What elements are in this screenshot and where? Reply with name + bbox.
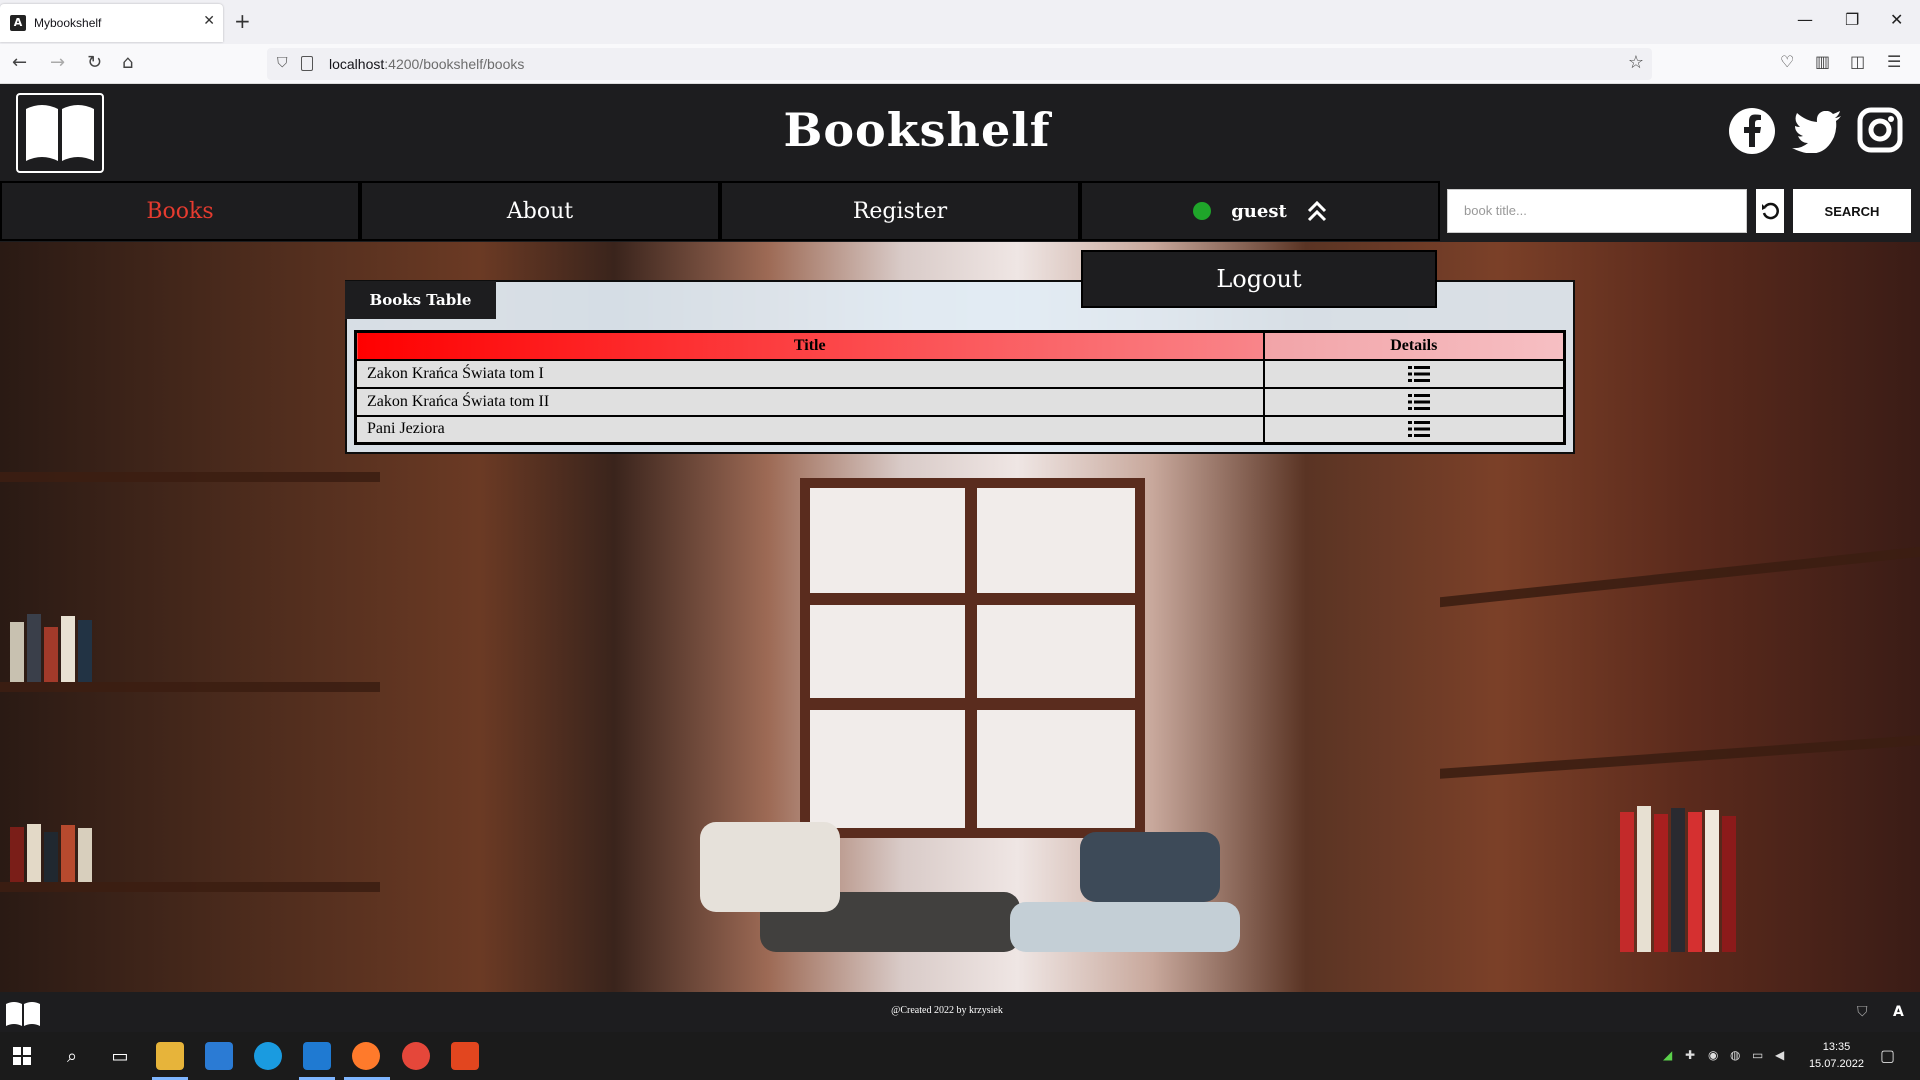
book-title-cell: Zakon Krańca Świata tom I	[354, 358, 1265, 389]
url-host: localhost	[329, 56, 385, 72]
nvidia-tray-icon[interactable]: ◢	[1663, 1048, 1672, 1062]
table-row: Zakon Krańca Świata tom I	[354, 358, 1566, 389]
clock-time: 13:35	[1822, 1041, 1851, 1053]
book-title-cell: Pani Jeziora	[354, 414, 1265, 445]
url-text[interactable]: localhost:4200/bookshelf/books	[329, 56, 524, 72]
instagram-icon[interactable]	[1857, 107, 1903, 157]
details-cell	[1262, 386, 1566, 417]
pocket-icon[interactable]: ♡	[1780, 52, 1794, 71]
menu-item-books[interactable]: Books	[0, 181, 360, 241]
browser-navbar: ← → ↻ ⌂ ⛉ localhost:4200/bookshelf/books…	[0, 44, 1920, 84]
user-status-icon	[1193, 202, 1212, 220]
restore-icon[interactable]: ❐	[1845, 10, 1859, 29]
menu-register-label: Register	[852, 198, 948, 224]
browser-tabstrip: A Mybookshelf ✕ + — ❐ ✕	[0, 0, 1920, 44]
details-cell	[1262, 414, 1566, 445]
search-button[interactable]: SEARCH	[1793, 189, 1911, 233]
notifications-icon[interactable]: ▢	[1880, 1046, 1895, 1065]
details-list-icon[interactable]	[1407, 365, 1430, 383]
footer-credit: @Created 2022 by krzysiek	[891, 1005, 1003, 1016]
chrome-icon[interactable]	[402, 1042, 430, 1070]
windows-taskbar: ⌕ ▭ ◢ ✚ ◉ ◍ ▭ ◀ 13:35 15.07.2022 ▢	[0, 1032, 1920, 1080]
reset-button[interactable]	[1756, 189, 1784, 233]
tray-icon-1[interactable]: ✚	[1685, 1048, 1695, 1062]
book-title-cell: Zakon Krańca Świata tom II	[354, 386, 1265, 417]
search-icon[interactable]: ⌕	[58, 1042, 86, 1070]
table-row: Zakon Krańca Świata tom II	[354, 386, 1566, 417]
firefox-icon[interactable]	[352, 1042, 380, 1070]
back-icon[interactable]: ←	[12, 52, 27, 73]
column-header-details: Details	[1262, 330, 1566, 361]
details-list-icon[interactable]	[1407, 393, 1430, 411]
site-footer: @Created 2022 by krzysiek ⛉ A	[0, 992, 1920, 1032]
bookmark-star-icon[interactable]: ☆	[1628, 52, 1644, 73]
library-icon[interactable]: ▥	[1815, 52, 1830, 71]
menu-item-register[interactable]: Register	[720, 181, 1080, 241]
menu-about-label: About	[506, 198, 574, 224]
tray-icon-3[interactable]: ◍	[1730, 1048, 1740, 1062]
office-icon[interactable]	[451, 1042, 479, 1070]
forward-icon[interactable]: →	[50, 52, 65, 73]
menu-item-user[interactable]: guest	[1080, 181, 1440, 241]
twitter-icon[interactable]	[1792, 110, 1842, 157]
user-name: guest	[1231, 200, 1287, 222]
details-list-icon[interactable]	[1407, 420, 1430, 438]
site-title: Bookshelf	[783, 103, 1051, 157]
close-window-icon[interactable]: ✕	[1890, 10, 1903, 29]
main-menu: Books About Register guest	[0, 181, 1440, 241]
app: Bookshelf Books About Register guest boo…	[0, 85, 1920, 992]
sidebar-icon[interactable]: ◫	[1850, 52, 1865, 71]
edge-icon[interactable]	[254, 1042, 282, 1070]
table-row: Pani Jeziora	[354, 414, 1566, 445]
tray-icon-2[interactable]: ◉	[1708, 1048, 1718, 1062]
clock-date: 15.07.2022	[1808, 1058, 1864, 1070]
windows-start-icon[interactable]	[8, 1042, 36, 1070]
books-table: Title Details Zakon Krańca Świata tom I …	[354, 330, 1566, 445]
site-header: Bookshelf	[0, 85, 1920, 180]
angular-icon: A	[1893, 1004, 1904, 1020]
window-scene	[800, 478, 1145, 838]
browser-tab[interactable]: A Mybookshelf ✕	[0, 4, 223, 42]
reload-icon[interactable]: ↻	[87, 52, 102, 73]
url-bar[interactable]: ⛉ localhost:4200/bookshelf/books ☆	[267, 48, 1652, 80]
page-icon	[301, 56, 313, 71]
search-input[interactable]: book title...	[1447, 189, 1747, 233]
menu-icon[interactable]: ☰	[1887, 52, 1901, 71]
home-icon[interactable]: ⌂	[122, 52, 133, 73]
refresh-icon	[1762, 202, 1779, 220]
tab-close-icon[interactable]: ✕	[203, 13, 215, 29]
task-view-icon[interactable]: ▭	[106, 1042, 134, 1070]
taskbar-clock[interactable]: 13:35 15.07.2022	[1809, 1039, 1864, 1073]
file-explorer-icon[interactable]	[156, 1042, 184, 1070]
volume-icon[interactable]: ◀	[1775, 1048, 1784, 1062]
network-icon[interactable]: ▭	[1752, 1048, 1763, 1062]
menu-item-about[interactable]: About	[360, 181, 720, 241]
logout-menu-item[interactable]: Logout	[1081, 250, 1437, 308]
menu-books-label: Books	[146, 198, 214, 224]
column-header-title: Title	[354, 330, 1265, 361]
tab-title: Mybookshelf	[34, 16, 102, 30]
angular-favicon-icon: A	[10, 15, 26, 31]
store-icon[interactable]	[205, 1042, 233, 1070]
books-table-tab[interactable]: Books Table	[345, 281, 496, 319]
laravel-icon: ⛉	[1857, 1004, 1868, 1020]
url-path: :4200/bookshelf/books	[384, 56, 525, 72]
new-tab-button[interactable]: +	[234, 9, 251, 33]
shield-icon[interactable]: ⛉	[277, 55, 288, 71]
minimize-icon[interactable]: —	[1797, 10, 1813, 29]
details-cell	[1262, 358, 1566, 389]
chevron-double-up-icon	[1307, 200, 1326, 222]
vscode-icon[interactable]	[303, 1042, 331, 1070]
facebook-icon[interactable]	[1728, 107, 1776, 159]
